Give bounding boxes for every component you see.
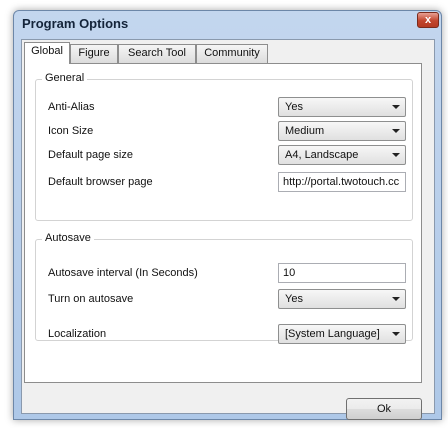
autosave-group-title: Autosave bbox=[42, 232, 94, 244]
tab-community[interactable]: Community bbox=[196, 44, 268, 63]
anti-alias-label: Anti-Alias bbox=[48, 101, 95, 113]
chevron-down-icon bbox=[392, 129, 400, 133]
chevron-down-icon bbox=[392, 297, 400, 301]
turn-on-autosave-label: Turn on autosave bbox=[48, 293, 134, 305]
icon-size-value: Medium bbox=[285, 125, 325, 137]
icon-size-label: Icon Size bbox=[48, 125, 94, 137]
chevron-down-icon bbox=[392, 105, 400, 109]
chevron-down-icon bbox=[392, 332, 400, 336]
autosave-interval-input[interactable]: 10 bbox=[278, 263, 406, 283]
close-icon: x bbox=[424, 14, 432, 26]
page-size-value: A4, Landscape bbox=[285, 149, 359, 161]
dialog-title: Program Options bbox=[22, 16, 129, 31]
tab-panel-global: General Anti-Alias Yes Icon Size Medium … bbox=[24, 63, 422, 383]
browser-page-label: Default browser page bbox=[48, 176, 153, 188]
icon-size-select[interactable]: Medium bbox=[278, 121, 406, 141]
localization-value: [System Language] bbox=[285, 328, 380, 340]
general-group-title: General bbox=[42, 72, 88, 84]
tab-global[interactable]: Global bbox=[24, 42, 70, 64]
program-options-dialog: Program Options x Global Figure Search T… bbox=[13, 10, 442, 420]
chevron-down-icon bbox=[392, 153, 400, 157]
page-size-select[interactable]: A4, Landscape bbox=[278, 145, 406, 165]
tab-search-tool[interactable]: Search Tool bbox=[118, 44, 196, 63]
page-size-label: Default page size bbox=[48, 149, 133, 161]
close-button[interactable]: x bbox=[417, 12, 439, 28]
autosave-interval-label: Autosave interval (In Seconds) bbox=[48, 267, 198, 279]
dialog-client-area: Global Figure Search Tool Community Gene… bbox=[21, 39, 435, 420]
tab-figure[interactable]: Figure bbox=[70, 44, 118, 63]
turn-on-autosave-value: Yes bbox=[285, 293, 303, 305]
localization-select[interactable]: [System Language] bbox=[278, 324, 406, 344]
title-bar[interactable]: Program Options x bbox=[14, 11, 441, 35]
anti-alias-value: Yes bbox=[285, 101, 303, 113]
localization-label: Localization bbox=[48, 328, 107, 340]
ok-button[interactable]: Ok bbox=[346, 398, 422, 420]
anti-alias-select[interactable]: Yes bbox=[278, 97, 406, 117]
turn-on-autosave-select[interactable]: Yes bbox=[278, 289, 406, 309]
browser-page-input[interactable]: http://portal.twotouch.cc bbox=[278, 172, 406, 192]
